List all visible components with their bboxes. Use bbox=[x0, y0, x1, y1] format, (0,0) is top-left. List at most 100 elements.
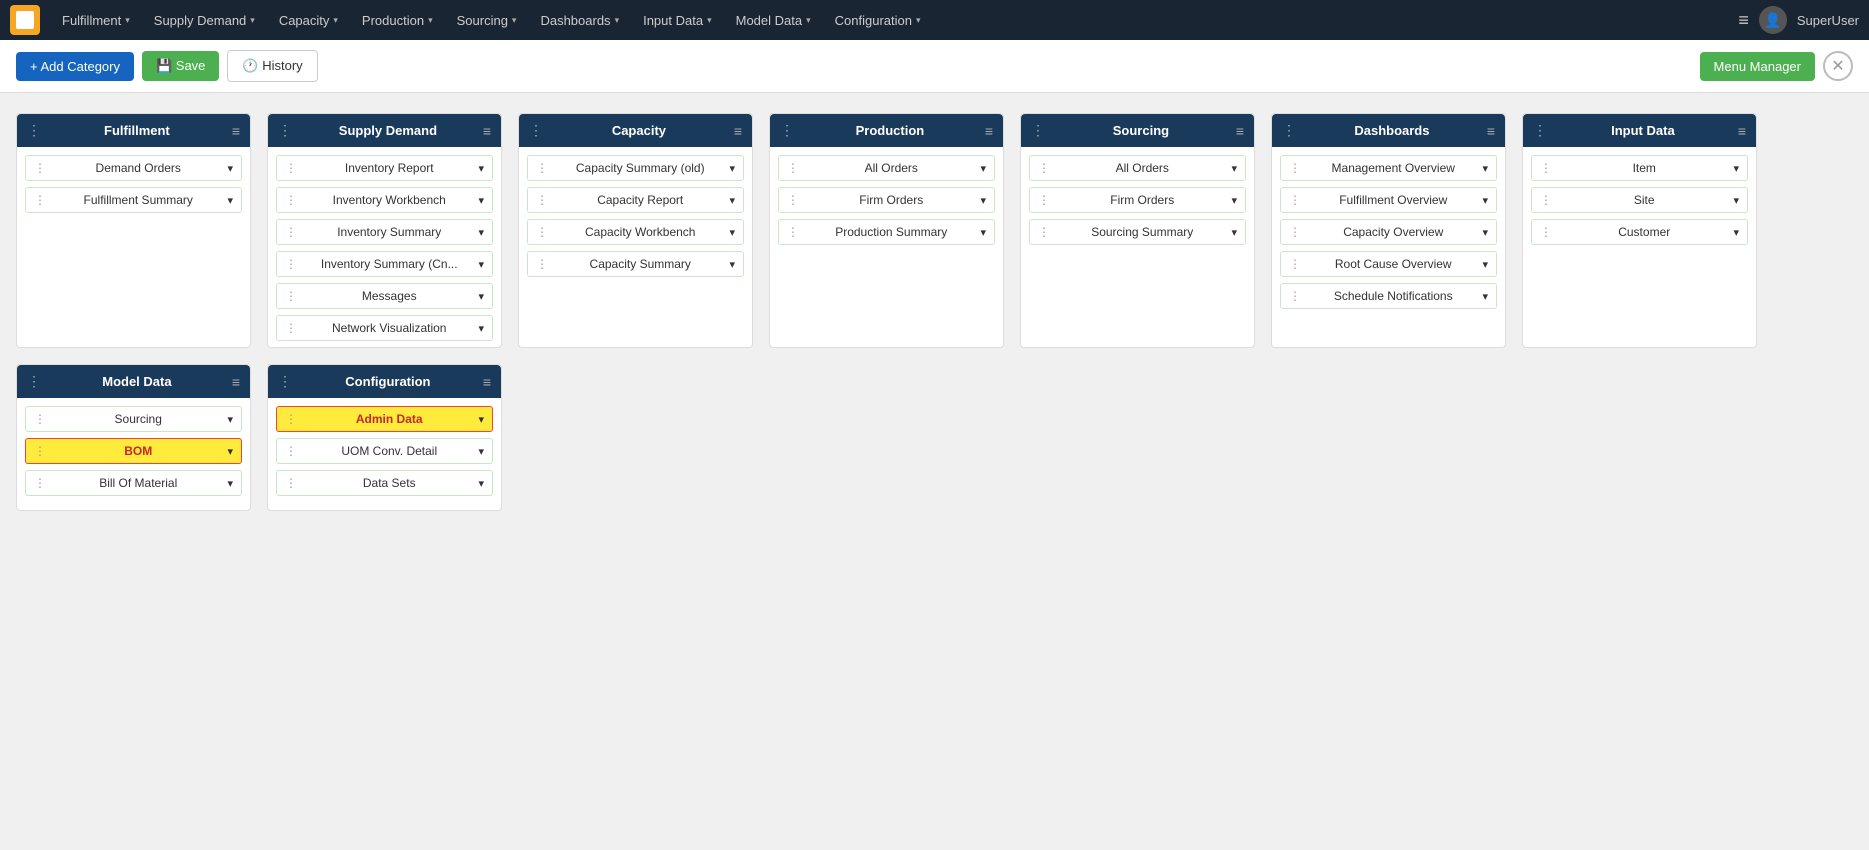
list-item[interactable]: ⋮ Site ▾ bbox=[1531, 187, 1748, 213]
list-item-label: Root Cause Overview bbox=[1308, 257, 1478, 271]
menu-icon[interactable]: ≡ bbox=[483, 123, 491, 139]
list-item[interactable]: ⋮ Data Sets ▾ bbox=[276, 470, 493, 496]
list-item[interactable]: ⋮ Firm Orders ▾ bbox=[1029, 187, 1246, 213]
drag-handle-icon[interactable]: ⋮ bbox=[278, 122, 293, 139]
drag-handle-icon: ⋮ bbox=[285, 257, 298, 271]
list-item[interactable]: ⋮ BOM ▾ bbox=[25, 438, 242, 464]
list-item-label: Data Sets bbox=[304, 476, 474, 490]
list-item-label: All Orders bbox=[806, 161, 976, 175]
drag-handle-icon: ⋮ bbox=[1540, 225, 1553, 239]
drag-handle-icon: ⋮ bbox=[787, 161, 800, 175]
list-item[interactable]: ⋮ Inventory Summary (Cn... ▾ bbox=[276, 251, 493, 277]
drag-handle-icon[interactable]: ⋮ bbox=[278, 373, 293, 390]
chevron-down-icon: ▾ bbox=[1482, 194, 1488, 207]
drag-handle-icon: ⋮ bbox=[285, 225, 298, 239]
nav-item-sourcing[interactable]: Sourcing ▾ bbox=[447, 0, 527, 40]
add-category-button[interactable]: + Add Category bbox=[16, 52, 134, 81]
list-item[interactable]: ⋮ Fulfillment Overview ▾ bbox=[1280, 187, 1497, 213]
list-item-label: Capacity Summary (old) bbox=[555, 161, 725, 175]
card-dashboards: ⋮ Dashboards ≡ ⋮ Management Overview ▾ ⋮… bbox=[1271, 113, 1506, 348]
list-item[interactable]: ⋮ Management Overview ▾ bbox=[1280, 155, 1497, 181]
menu-icon[interactable]: ≡ bbox=[1487, 123, 1495, 139]
drag-handle-icon[interactable]: ⋮ bbox=[27, 122, 42, 139]
close-button[interactable]: ✕ bbox=[1823, 51, 1853, 81]
card-model-data: ⋮ Model Data ≡ ⋮ Sourcing ▾ ⋮ BOM ▾ ⋮ Bi… bbox=[16, 364, 251, 511]
list-item[interactable]: ⋮ Firm Orders ▾ bbox=[778, 187, 995, 213]
drag-handle-icon: ⋮ bbox=[1038, 225, 1051, 239]
drag-handle-icon: ⋮ bbox=[536, 161, 549, 175]
nav-item-supply-demand[interactable]: Supply Demand ▾ bbox=[144, 0, 265, 40]
menu-icon[interactable]: ≡ bbox=[232, 123, 240, 139]
list-item[interactable]: ⋮ UOM Conv. Detail ▾ bbox=[276, 438, 493, 464]
nav-item-configuration[interactable]: Configuration ▾ bbox=[825, 0, 931, 40]
list-item[interactable]: ⋮ Capacity Summary (old) ▾ bbox=[527, 155, 744, 181]
menu-icon[interactable]: ≡ bbox=[232, 374, 240, 390]
list-item[interactable]: ⋮ Production Summary ▾ bbox=[778, 219, 995, 245]
chevron-down-icon: ▾ bbox=[729, 162, 735, 175]
cards-grid: ⋮ Fulfillment ≡ ⋮ Demand Orders ▾ ⋮ Fulf… bbox=[16, 113, 1853, 511]
drag-handle-icon[interactable]: ⋮ bbox=[529, 122, 544, 139]
menu-manager-button[interactable]: Menu Manager bbox=[1700, 52, 1815, 81]
list-item-label: Capacity Report bbox=[555, 193, 725, 207]
list-item[interactable]: ⋮ Inventory Report ▾ bbox=[276, 155, 493, 181]
list-item[interactable]: ⋮ Fulfillment Summary ▾ bbox=[25, 187, 242, 213]
save-button[interactable]: 💾 Save bbox=[142, 51, 219, 81]
list-item[interactable]: ⋮ Capacity Report ▾ bbox=[527, 187, 744, 213]
menu-icon[interactable]: ≡ bbox=[483, 374, 491, 390]
chevron-down-icon: ▾ bbox=[980, 226, 986, 239]
list-item[interactable]: ⋮ All Orders ▾ bbox=[1029, 155, 1246, 181]
chevron-down-icon: ▾ bbox=[333, 15, 338, 26]
chevron-down-icon: ▾ bbox=[512, 15, 517, 26]
list-item[interactable]: ⋮ Capacity Overview ▾ bbox=[1280, 219, 1497, 245]
menu-icon[interactable]: ≡ bbox=[1738, 123, 1746, 139]
chevron-down-icon: ▾ bbox=[478, 162, 484, 175]
nav-item-input-data[interactable]: Input Data ▾ bbox=[633, 0, 722, 40]
drag-handle-icon: ⋮ bbox=[1038, 193, 1051, 207]
nav-item-fulfillment[interactable]: Fulfillment ▾ bbox=[52, 0, 140, 40]
drag-handle-icon[interactable]: ⋮ bbox=[1031, 122, 1046, 139]
nav-item-capacity[interactable]: Capacity ▾ bbox=[269, 0, 348, 40]
drag-handle-icon[interactable]: ⋮ bbox=[1533, 122, 1548, 139]
list-item[interactable]: ⋮ Demand Orders ▾ bbox=[25, 155, 242, 181]
card-body-sourcing: ⋮ All Orders ▾ ⋮ Firm Orders ▾ ⋮ Sourcin… bbox=[1021, 147, 1254, 259]
list-item[interactable]: ⋮ Capacity Summary ▾ bbox=[527, 251, 744, 277]
drag-handle-icon[interactable]: ⋮ bbox=[780, 122, 795, 139]
menu-icon[interactable]: ≡ bbox=[734, 123, 742, 139]
chevron-down-icon: ▾ bbox=[1482, 226, 1488, 239]
chevron-down-icon: ▾ bbox=[478, 258, 484, 271]
list-item[interactable]: ⋮ All Orders ▾ bbox=[778, 155, 995, 181]
list-item[interactable]: ⋮ Network Visualization ▾ bbox=[276, 315, 493, 341]
chevron-down-icon: ▾ bbox=[1733, 162, 1739, 175]
list-item[interactable]: ⋮ Bill Of Material ▾ bbox=[25, 470, 242, 496]
list-item[interactable]: ⋮ Root Cause Overview ▾ bbox=[1280, 251, 1497, 277]
list-item[interactable]: ⋮ Messages ▾ bbox=[276, 283, 493, 309]
chevron-down-icon: ▾ bbox=[1231, 194, 1237, 207]
list-item[interactable]: ⋮ Sourcing ▾ bbox=[25, 406, 242, 432]
drag-handle-icon: ⋮ bbox=[1289, 289, 1302, 303]
chevron-down-icon: ▾ bbox=[729, 258, 735, 271]
drag-handle-icon[interactable]: ⋮ bbox=[27, 373, 42, 390]
menu-icon[interactable]: ≡ bbox=[1236, 123, 1244, 139]
nav-item-production[interactable]: Production ▾ bbox=[352, 0, 443, 40]
list-item[interactable]: ⋮ Inventory Workbench ▾ bbox=[276, 187, 493, 213]
hamburger-icon[interactable]: ≡ bbox=[1738, 10, 1749, 31]
list-item-label: Capacity Workbench bbox=[555, 225, 725, 239]
list-item[interactable]: ⋮ Customer ▾ bbox=[1531, 219, 1748, 245]
chevron-down-icon: ▾ bbox=[729, 226, 735, 239]
list-item[interactable]: ⋮ Capacity Workbench ▾ bbox=[527, 219, 744, 245]
menu-icon[interactable]: ≡ bbox=[985, 123, 993, 139]
list-item[interactable]: ⋮ Schedule Notifications ▾ bbox=[1280, 283, 1497, 309]
list-item[interactable]: ⋮ Admin Data ▾ bbox=[276, 406, 493, 432]
list-item[interactable]: ⋮ Item ▾ bbox=[1531, 155, 1748, 181]
nav-right-section: ≡ 👤 SuperUser bbox=[1738, 6, 1859, 34]
list-item[interactable]: ⋮ Sourcing Summary ▾ bbox=[1029, 219, 1246, 245]
card-body-dashboards: ⋮ Management Overview ▾ ⋮ Fulfillment Ov… bbox=[1272, 147, 1505, 323]
list-item[interactable]: ⋮ Inventory Summary ▾ bbox=[276, 219, 493, 245]
drag-handle-icon[interactable]: ⋮ bbox=[1282, 122, 1297, 139]
nav-item-model-data[interactable]: Model Data ▾ bbox=[726, 0, 821, 40]
card-fulfillment: ⋮ Fulfillment ≡ ⋮ Demand Orders ▾ ⋮ Fulf… bbox=[16, 113, 251, 348]
card-body-production: ⋮ All Orders ▾ ⋮ Firm Orders ▾ ⋮ Product… bbox=[770, 147, 1003, 259]
nav-item-dashboards[interactable]: Dashboards ▾ bbox=[530, 0, 629, 40]
history-button[interactable]: 🕐 History bbox=[227, 50, 317, 82]
chevron-down-icon: ▾ bbox=[125, 15, 130, 26]
